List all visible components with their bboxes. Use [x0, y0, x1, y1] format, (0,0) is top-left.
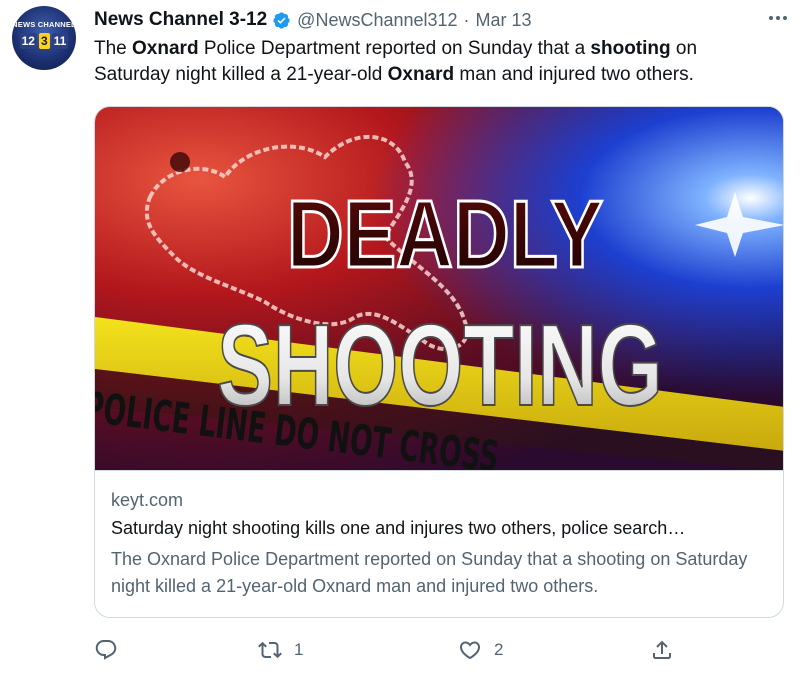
- share-button[interactable]: [650, 636, 674, 664]
- tweet-text-bold-segment: Oxnard: [387, 64, 455, 85]
- card-description: The Oxnard Police Department reported on…: [111, 549, 748, 596]
- tweet-text: The Oxnard Police Department reported on…: [94, 36, 774, 88]
- reply-button[interactable]: [94, 636, 130, 664]
- action-bar: 1 2: [94, 636, 694, 664]
- retweet-count: 1: [294, 640, 304, 659]
- card-title: Saturday night shooting kills one and in…: [111, 518, 686, 538]
- tweet-text-bold-segment: shooting: [590, 38, 671, 59]
- link-card[interactable]: POLICE LINE DO NOT CROSS DEADLY SHOOTING…: [94, 106, 784, 618]
- retweet-icon: [258, 641, 282, 659]
- reply-icon: [95, 640, 117, 660]
- avatar-top-text: NEWS CHANNEL: [12, 20, 76, 29]
- tweet-text-bold-segment: Oxnard: [132, 38, 199, 59]
- avatar-numbers: 12 3 11: [18, 32, 70, 50]
- avatar[interactable]: NEWS CHANNEL 12 3 11: [12, 6, 76, 70]
- more-icon[interactable]: [764, 8, 792, 28]
- tweet-text-segment: man and injured two others.: [454, 64, 694, 85]
- separator-dot: ·: [463, 9, 470, 30]
- display-name[interactable]: News Channel 3-12: [94, 9, 267, 31]
- like-count: 2: [494, 640, 504, 659]
- avatar-number-middle: 3: [38, 33, 50, 49]
- verified-badge-icon: [273, 11, 290, 29]
- image-headline-deadly: DEADLY: [287, 181, 603, 288]
- image-headline-shooting: SHOOTING: [217, 302, 662, 431]
- card-image[interactable]: POLICE LINE DO NOT CROSS DEADLY SHOOTING: [95, 107, 783, 471]
- card-domain: keyt.com: [111, 490, 184, 510]
- tweet-date[interactable]: Mar 13: [476, 10, 532, 31]
- tweet-header: News Channel 3-12 @NewsChannel312 · Mar …: [94, 8, 780, 32]
- share-icon: [653, 640, 671, 659]
- retweet-button[interactable]: 1: [258, 636, 303, 664]
- tweet-text-segment: Police Department reported on Sunday tha…: [198, 38, 591, 59]
- like-icon: [459, 641, 481, 660]
- avatar-number-right: 11: [51, 33, 69, 49]
- like-button[interactable]: 2: [458, 636, 503, 664]
- tweet-text-segment: The: [94, 38, 133, 59]
- avatar-number-left: 12: [19, 33, 37, 49]
- handle[interactable]: @NewsChannel312: [297, 10, 457, 31]
